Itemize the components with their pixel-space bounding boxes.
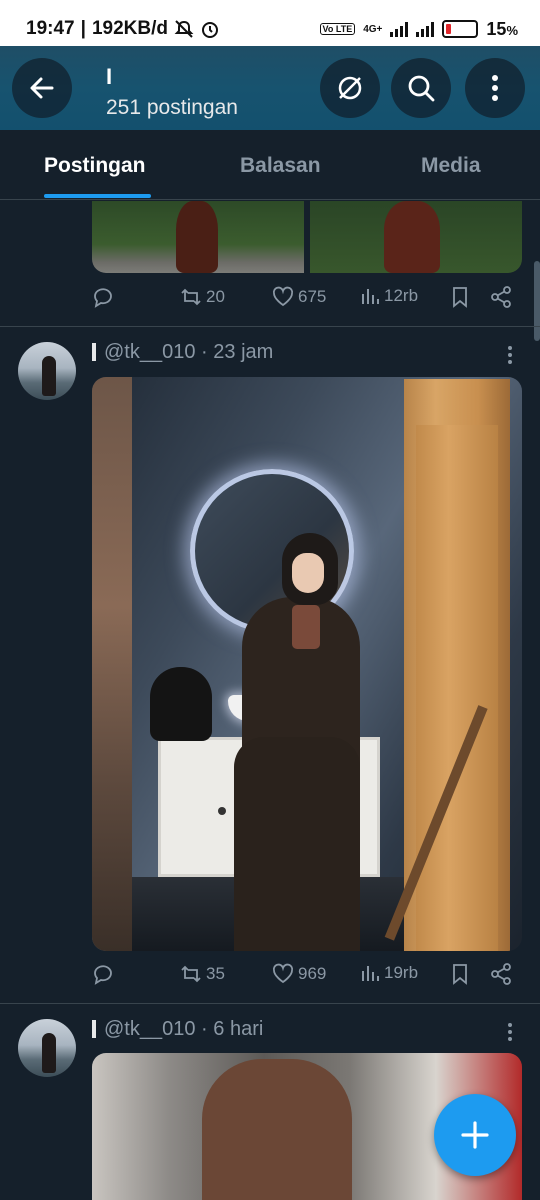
battery-unit: % xyxy=(506,22,518,38)
reply-icon xyxy=(94,965,112,985)
compose-button[interactable] xyxy=(434,1094,516,1176)
bookmark-icon xyxy=(453,964,467,985)
reply-button[interactable] xyxy=(92,963,114,985)
more-button[interactable] xyxy=(465,58,525,118)
share-button[interactable] xyxy=(490,286,512,308)
bell-off-icon xyxy=(174,20,194,38)
retweet-icon xyxy=(181,965,201,983)
profile-name: I xyxy=(106,64,113,89)
tab-postingan[interactable]: Postingan xyxy=(44,154,146,178)
header-title: I 251 postingan xyxy=(106,64,238,120)
bookmark-icon xyxy=(453,287,467,308)
alarm-icon xyxy=(201,22,218,38)
reply-icon xyxy=(94,288,112,308)
status-time: 19:47 xyxy=(26,18,75,39)
search-button[interactable] xyxy=(391,58,451,118)
profile-name-mark xyxy=(92,343,96,361)
post-actions: 35 969 19rb xyxy=(92,963,520,993)
image-figure xyxy=(176,201,218,273)
like-button[interactable]: 675 xyxy=(272,286,326,308)
mute-button[interactable] xyxy=(320,58,380,118)
bookmark-button[interactable] xyxy=(450,963,470,985)
network-type: 4G+ xyxy=(363,23,383,35)
signal-icon-2 xyxy=(416,21,435,37)
back-arrow-icon xyxy=(30,77,54,99)
post-more-icon[interactable] xyxy=(506,1023,514,1041)
like-button[interactable]: 969 xyxy=(272,963,326,985)
post-time[interactable]: 6 hari xyxy=(213,1018,263,1041)
views-button[interactable]: 12rb xyxy=(360,286,418,306)
bookmark-button[interactable] xyxy=(450,286,470,308)
tab-balasan[interactable]: Balasan xyxy=(240,154,321,178)
share-button[interactable] xyxy=(490,963,512,985)
reply-button[interactable] xyxy=(92,286,114,308)
profile-header: I 251 postingan xyxy=(0,46,540,130)
plus-icon xyxy=(461,1121,489,1149)
retweet-count: 35 xyxy=(206,964,225,983)
views-button[interactable]: 19rb xyxy=(360,963,418,983)
profile-tabs: Postingan Balasan Media xyxy=(0,130,540,200)
mute-icon xyxy=(338,76,362,100)
volte-badge: Vo LTE xyxy=(319,23,356,35)
retweet-icon xyxy=(181,288,201,306)
post-image[interactable] xyxy=(92,377,522,951)
scrollbar[interactable] xyxy=(534,261,540,341)
post-time[interactable]: 23 jam xyxy=(213,341,273,364)
profile-name-mark xyxy=(92,1020,96,1038)
more-vertical-icon xyxy=(492,75,498,101)
post-handle[interactable]: @tk__010 xyxy=(104,341,195,364)
like-count: 969 xyxy=(298,964,327,983)
post-divider xyxy=(0,326,540,327)
retweet-button[interactable]: 20 xyxy=(180,286,225,308)
post-handle[interactable]: @tk__010 xyxy=(104,1018,195,1041)
network-speed: 192KB/d xyxy=(91,18,168,39)
views-chart-icon xyxy=(362,289,379,304)
post-image[interactable] xyxy=(92,201,304,273)
battery-icon xyxy=(442,20,479,38)
post-count: 251 postingan xyxy=(106,96,238,119)
view-count: 12rb xyxy=(384,286,419,305)
image-figure xyxy=(384,201,440,273)
post-divider xyxy=(0,1003,540,1004)
views-chart-icon xyxy=(362,966,379,981)
tab-media[interactable]: Media xyxy=(421,154,481,178)
post-header: @tk__010 · 6 hari xyxy=(92,1015,263,1043)
heart-icon xyxy=(272,286,294,307)
post-image[interactable] xyxy=(310,201,522,273)
battery-percent: 15 xyxy=(486,18,507,39)
share-icon xyxy=(491,963,511,985)
like-count: 675 xyxy=(298,287,327,306)
post-more-icon[interactable] xyxy=(506,346,514,364)
feed[interactable]: 20 675 12rb @tk__010 · 23 jam 35 969 19r… xyxy=(0,201,540,1200)
view-count: 19rb xyxy=(384,963,419,982)
avatar[interactable] xyxy=(18,1019,76,1077)
share-icon xyxy=(491,286,511,308)
tab-indicator xyxy=(44,194,151,198)
signal-icon xyxy=(390,21,409,37)
post-actions: 20 675 12rb xyxy=(92,286,520,316)
heart-icon xyxy=(272,963,294,984)
back-button[interactable] xyxy=(12,58,72,118)
retweet-button[interactable]: 35 xyxy=(180,963,225,985)
search-icon xyxy=(408,75,435,102)
post-header: @tk__010 · 23 jam xyxy=(92,338,273,366)
retweet-count: 20 xyxy=(206,287,225,306)
avatar[interactable] xyxy=(18,342,76,400)
